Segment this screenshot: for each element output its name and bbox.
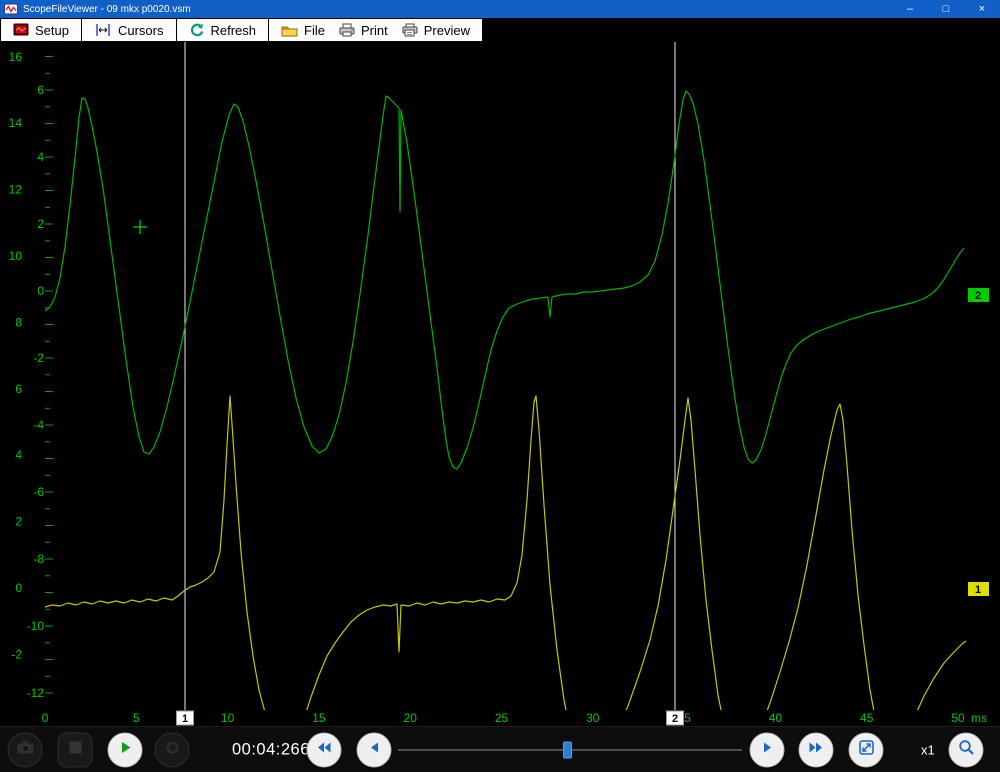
magnifier-icon [957, 738, 975, 761]
cursor-1-flag-label: 1 [182, 713, 188, 725]
toolbar-section-file: File Print [269, 19, 482, 41]
toolbar-section-cursors: Cursors [82, 19, 177, 41]
close-button[interactable]: × [964, 0, 1000, 18]
window-controls: – □ × [892, 0, 1000, 18]
ch2-scale-label: -4 [33, 418, 44, 432]
x-axis-label: 20 [404, 711, 418, 725]
ch2-scale-label: -2 [33, 351, 44, 365]
camera-icon [16, 740, 34, 759]
stop-icon [69, 741, 81, 759]
ch2-scale-label: -6 [33, 485, 44, 499]
file-button[interactable]: File [274, 23, 332, 38]
step-forward-icon [759, 739, 775, 760]
window-title: ScopeFileViewer - 09 mkx p0020.vsm [23, 4, 892, 15]
play-icon [117, 739, 133, 760]
record-button[interactable] [155, 732, 190, 767]
x-axis-label: 30 [586, 711, 600, 725]
x-axis-label: 25 [495, 711, 509, 725]
x-axis-label: 15 [312, 711, 326, 725]
ch2-position-label: 2 [975, 290, 981, 302]
refresh-icon [189, 23, 205, 37]
speed-label: x1 [921, 742, 935, 757]
ch2-scale-label: 2 [37, 217, 44, 231]
step-back-button[interactable] [357, 732, 392, 767]
ch1-scale-label: 14 [9, 116, 23, 130]
stop-button[interactable] [58, 732, 93, 767]
ch2-scale-label: -12 [27, 686, 45, 700]
toolbar-section-refresh: Refresh [177, 19, 270, 41]
play-button[interactable] [108, 732, 143, 767]
transport-bar: 00:04:266 [0, 726, 1000, 772]
scope-setup-icon [13, 23, 29, 37]
x-axis-label: 45 [860, 711, 874, 725]
rewind-button[interactable] [307, 732, 342, 767]
refresh-label: Refresh [211, 23, 257, 38]
cursor-2-flag-label: 2 [672, 713, 678, 725]
ch2-trace [45, 91, 964, 469]
toolbar-section-setup: Setup [1, 19, 82, 41]
fast-forward-icon [808, 739, 825, 760]
ch1-position-label: 1 [975, 584, 981, 596]
print-button[interactable]: Print [332, 23, 395, 38]
step-forward-button[interactable] [750, 732, 785, 767]
ch1-scale-label: 10 [9, 249, 23, 263]
time-display: 00:04:266 [232, 740, 310, 759]
main-toolbar: Setup Cursors [0, 18, 483, 42]
ch1-scale-label: 6 [15, 382, 22, 396]
ch2-scale-label: -8 [33, 552, 44, 566]
zoom-button[interactable] [949, 732, 984, 767]
cursors-button[interactable]: Cursors [87, 23, 171, 38]
timeline-slider[interactable] [398, 741, 742, 758]
ch1-scale-label: -2 [11, 647, 22, 661]
x-axis-label: 5 [133, 711, 140, 725]
ch2-scale-label: 6 [37, 83, 44, 97]
refresh-button[interactable]: Refresh [182, 23, 264, 38]
step-back-icon [366, 739, 382, 760]
ch1-scale-label: 4 [15, 448, 22, 462]
resize-button[interactable] [849, 732, 884, 767]
ch1-scale-label: 16 [9, 50, 23, 64]
scope-display-area[interactable]: 6420-2-4-6-8-10-121614121086420-20510152… [0, 18, 1000, 726]
snapshot-button[interactable] [8, 732, 43, 767]
ch1-scale-label: 12 [9, 183, 23, 197]
ch2-scale-label: 0 [37, 284, 44, 298]
x-axis-label: 10 [221, 711, 235, 725]
preview-button[interactable]: Preview [395, 23, 477, 38]
ch1-trace [45, 396, 966, 726]
print-label: Print [361, 23, 388, 38]
print-preview-icon [402, 23, 418, 37]
x-axis-unit: ms [971, 711, 987, 725]
setup-label: Setup [35, 23, 69, 38]
fast-forward-button[interactable] [799, 732, 834, 767]
x-axis-label: 0 [42, 711, 49, 725]
record-icon [165, 740, 179, 759]
setup-button[interactable]: Setup [6, 23, 76, 38]
printer-icon [339, 23, 355, 37]
app-icon [4, 3, 18, 15]
cursors-icon [94, 23, 112, 37]
title-bar: ScopeFileViewer - 09 mkx p0020.vsm – □ × [0, 0, 1000, 18]
cursors-label: Cursors [118, 23, 164, 38]
minimize-button[interactable]: – [892, 0, 928, 18]
maximize-button[interactable]: □ [928, 0, 964, 18]
rewind-icon [316, 739, 333, 760]
folder-icon [281, 24, 298, 37]
x-axis-label: 40 [769, 711, 783, 725]
file-label: File [304, 23, 325, 38]
ch2-scale-label: -10 [27, 619, 45, 633]
ch1-scale-label: 0 [15, 581, 22, 595]
preview-label: Preview [424, 23, 470, 38]
ch2-scale-label: 4 [37, 150, 44, 164]
resize-icon [857, 738, 875, 761]
slider-thumb[interactable] [563, 741, 572, 758]
scope-plot[interactable]: 6420-2-4-6-8-10-121614121086420-20510152… [0, 42, 1000, 726]
ch1-scale-label: 8 [15, 315, 22, 329]
x-axis-label: 50 [951, 711, 965, 725]
ch1-scale-label: 2 [15, 515, 22, 529]
app-window: ScopeFileViewer - 09 mkx p0020.vsm – □ ×… [0, 0, 1000, 772]
